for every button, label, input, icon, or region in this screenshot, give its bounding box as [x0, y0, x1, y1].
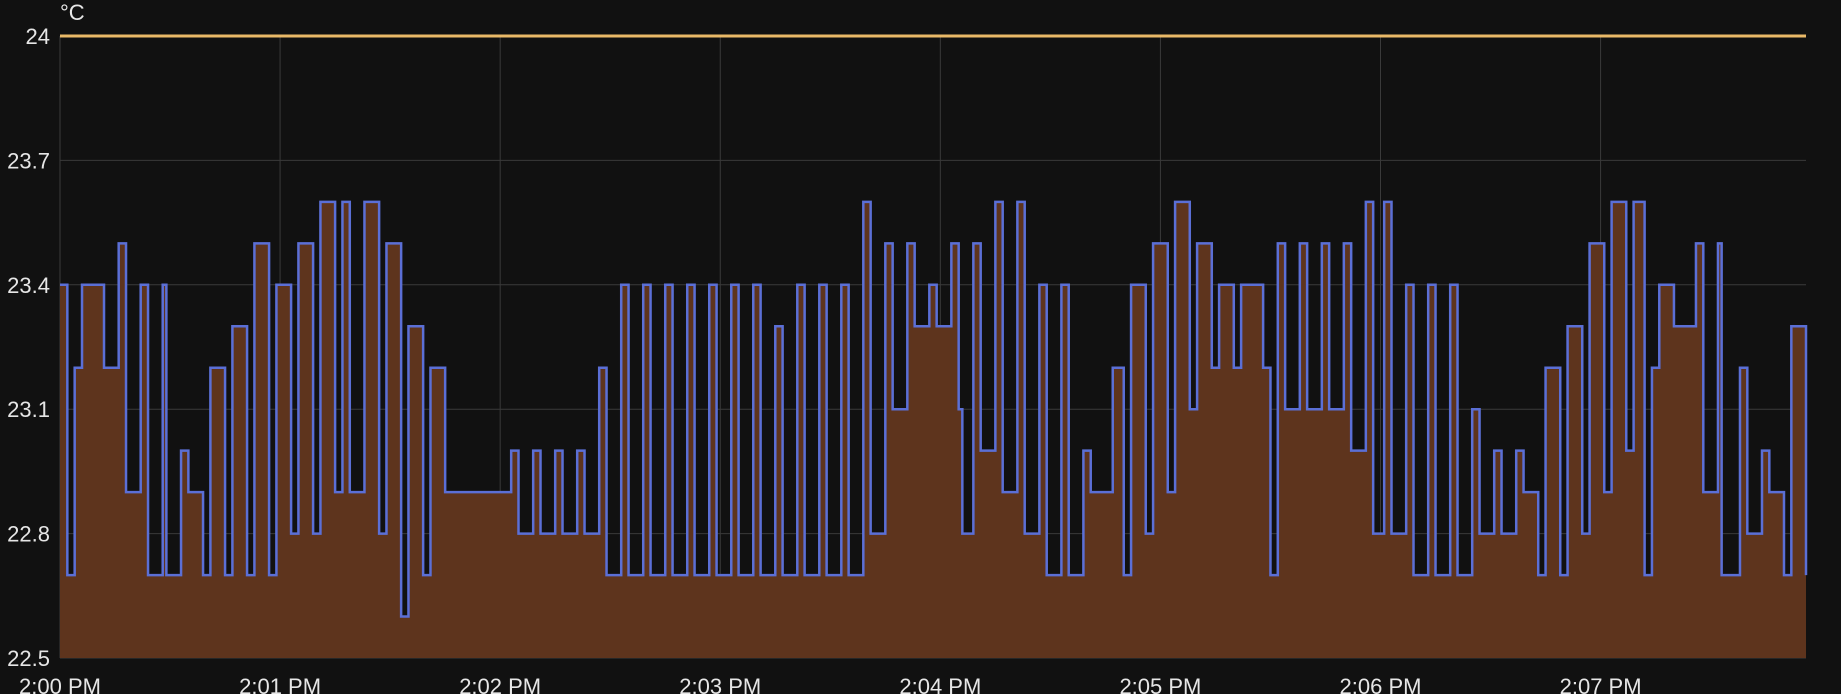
temperature-chart: 2423.723.423.122.822.5 2:00 PM 2:01 PM 2:0… — [7, 0, 1808, 694]
y-tick-label: 23.4 — [7, 273, 50, 298]
y-axis: 24 23.7 23.4 23.1 22.8 22.5 — [7, 24, 50, 671]
y-tick-label: 23.1 — [7, 397, 50, 422]
unit-label: °C — [60, 0, 85, 25]
y-tick-label: 22.8 — [7, 522, 50, 547]
x-tick-label: 2:05 PM — [1119, 674, 1201, 694]
y-tick-label: 24 — [26, 24, 50, 49]
y-tick-label: 23.7 — [7, 148, 50, 173]
x-tick-label: 2:07 PM — [1560, 674, 1642, 694]
x-tick-label: 2:02 PM — [459, 674, 541, 694]
x-axis: 2:00 PM 2:01 PM 2:02 PM 2:03 PM 2:04 PM 2:05 … — [19, 674, 1642, 694]
x-tick-label: 2:04 PM — [899, 674, 981, 694]
temperature-area — [60, 201, 1806, 658]
y-tick-label: 22.5 — [7, 646, 50, 671]
x-tick-label: 2:03 PM — [679, 674, 761, 694]
x-tick-label: 2:06 PM — [1340, 674, 1422, 694]
x-tick-label: 2:01 PM — [239, 674, 321, 694]
temperature-fill — [60, 201, 1806, 658]
x-tick-label: 2:00 PM — [19, 674, 101, 694]
